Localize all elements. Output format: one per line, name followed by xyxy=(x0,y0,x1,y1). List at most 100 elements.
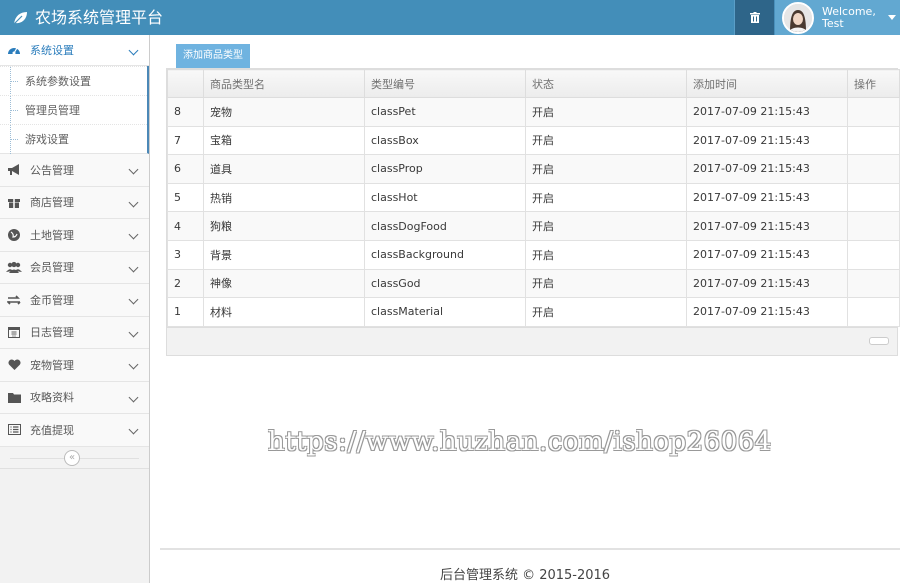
submenu-item-system-params[interactable]: 系统参数设置 xyxy=(0,66,147,96)
cell-type-name: 宠物 xyxy=(203,97,365,127)
cell-added-time: 2017-07-09 21:15:43 xyxy=(686,154,848,184)
cell-type-code: classProp xyxy=(364,154,526,184)
cell-id: 6 xyxy=(167,154,204,184)
sidebar-item-shop[interactable]: 商店管理 xyxy=(0,186,149,219)
globe-icon xyxy=(6,227,22,243)
sidebar-item-land[interactable]: 土地管理 xyxy=(0,219,149,252)
cell-type-code: classBox xyxy=(364,125,526,156)
table-row[interactable]: 3 背景 classBackground 开启 2017-07-09 21:15:43 xyxy=(167,239,900,270)
product-type-table: 商品类型名 类型编号 状态 添加时间 操作 8 宠物 classPet 开启 2017-… xyxy=(166,68,900,356)
submenu-item-admin-management[interactable]: 管理员管理 xyxy=(0,95,147,125)
cell-actions[interactable] xyxy=(847,297,900,327)
trash-button[interactable] xyxy=(734,0,774,35)
pagination[interactable] xyxy=(869,336,889,345)
table-row[interactable]: 6 道具 classProp 开启 2017-07-09 21:15:43 xyxy=(167,154,900,184)
sidebar-item-guides[interactable]: 攻略资料 xyxy=(0,381,149,414)
sidebar-item-label: 宠物管理 xyxy=(30,358,74,372)
sidebar-item-label: 公告管理 xyxy=(30,163,74,177)
cell-status: 开启 xyxy=(525,182,687,213)
cell-added-time: 2017-07-09 21:15:43 xyxy=(686,97,848,127)
cell-type-name: 神像 xyxy=(203,268,365,299)
col-header-status[interactable]: 状态 xyxy=(525,69,687,98)
table-row[interactable]: 2 神像 classGod 开启 2017-07-09 21:15:43 xyxy=(167,268,900,299)
cell-added-time: 2017-07-09 21:15:43 xyxy=(686,125,848,156)
col-header-id xyxy=(167,69,204,98)
heart-icon xyxy=(6,357,22,373)
avatar xyxy=(782,1,814,34)
cell-added-time: 2017-07-09 21:15:43 xyxy=(686,211,848,241)
sidebar-item-members[interactable]: 会员管理 xyxy=(0,251,149,284)
cell-type-code: classDogFood xyxy=(364,211,526,241)
chevron-down-icon xyxy=(128,294,139,305)
cell-status: 开启 xyxy=(525,154,687,184)
col-header-added-time[interactable]: 添加时间 xyxy=(686,69,848,98)
sidebar-item-announcements[interactable]: 公告管理 xyxy=(0,154,149,187)
cell-type-name: 狗粮 xyxy=(203,211,365,241)
submenu-item-game-settings[interactable]: 游戏设置 xyxy=(0,124,147,154)
cell-id: 2 xyxy=(167,268,204,299)
user-menu[interactable]: Welcome, Test xyxy=(774,0,900,35)
watermark: https://www.huzhan.com/ishop26064 xyxy=(268,427,772,457)
calendar-icon xyxy=(6,324,22,340)
col-header-type-name[interactable]: 商品类型名 xyxy=(203,69,365,98)
sidebar-item-label: 土地管理 xyxy=(30,228,74,242)
sidebar-item-label: 充值提现 xyxy=(30,423,74,437)
cell-added-time: 2017-07-09 21:15:43 xyxy=(686,297,848,327)
caret-down-icon xyxy=(887,15,896,20)
table-row[interactable]: 5 热销 classHot 开启 2017-07-09 21:15:43 xyxy=(167,182,900,213)
cell-type-name: 背景 xyxy=(203,239,365,270)
cell-actions[interactable] xyxy=(847,182,900,213)
cell-type-name: 材料 xyxy=(203,297,365,327)
add-product-type-button[interactable]: 添加商品类型 xyxy=(176,44,250,68)
cell-actions[interactable] xyxy=(847,154,900,184)
chevron-down-icon xyxy=(128,164,139,175)
sidebar-item-label: 日志管理 xyxy=(30,326,74,340)
cell-status: 开启 xyxy=(525,239,687,270)
col-header-type-code[interactable]: 类型编号 xyxy=(364,69,526,98)
chevron-down-icon xyxy=(128,229,139,240)
cell-added-time: 2017-07-09 21:15:43 xyxy=(686,182,848,213)
sidebar-item-label: 会员管理 xyxy=(30,261,74,275)
cell-id: 1 xyxy=(167,297,204,327)
cell-type-code: classBackground xyxy=(364,239,526,270)
sidebar-item-label: 攻略资料 xyxy=(30,391,74,405)
cell-actions[interactable] xyxy=(847,97,900,127)
top-navbar: 农场系统管理平台 Welcome, Test xyxy=(0,0,900,35)
sidebar: 系统设置 系统参数设置 管理员管理 游戏设置 公告管理 商店管理 土地管理 会员… xyxy=(0,35,150,583)
table-row[interactable]: 1 材料 classMaterial 开启 2017-07-09 21:15:43 xyxy=(167,297,900,327)
sidebar-item-pets[interactable]: 宠物管理 xyxy=(0,349,149,382)
cell-actions[interactable] xyxy=(847,211,900,241)
cell-actions[interactable] xyxy=(847,125,900,156)
table-row[interactable]: 4 狗粮 classDogFood 开启 2017-07-09 21:15:43 xyxy=(167,211,900,241)
cell-id: 5 xyxy=(167,182,204,213)
folder-icon xyxy=(6,389,22,405)
chevron-down-icon xyxy=(128,327,139,337)
cell-actions[interactable] xyxy=(847,268,900,299)
cell-type-code: classGod xyxy=(364,268,526,299)
sidebar-collapse-row: « xyxy=(0,446,149,469)
cell-type-name: 热销 xyxy=(203,182,365,213)
sidebar-collapse-button[interactable]: « xyxy=(64,449,80,466)
table-row[interactable]: 8 宠物 classPet 开启 2017-07-09 21:15:43 xyxy=(167,97,900,127)
sidebar-item-label: 系统设置 xyxy=(30,44,74,57)
leaf-icon xyxy=(13,11,27,24)
table-row[interactable]: 7 宝箱 classBox 开启 2017-07-09 21:15:43 xyxy=(167,125,900,156)
sidebar-item-coins[interactable]: 金币管理 xyxy=(0,284,149,317)
chevron-down-icon xyxy=(128,424,139,435)
sidebar-item-recharge[interactable]: 充值提现 xyxy=(0,414,149,447)
cell-actions[interactable] xyxy=(847,239,900,270)
dashboard-icon xyxy=(6,42,22,58)
sidebar-item-label: 金币管理 xyxy=(30,293,74,307)
cell-status: 开启 xyxy=(525,211,687,241)
chevron-down-icon xyxy=(128,262,139,272)
sidebar-item-system-settings[interactable]: 系统设置 xyxy=(0,35,149,66)
cell-added-time: 2017-07-09 21:15:43 xyxy=(686,239,848,270)
sidebar-item-logs[interactable]: 日志管理 xyxy=(0,316,149,349)
brand[interactable]: 农场系统管理平台 xyxy=(12,0,163,35)
gift-icon xyxy=(6,194,22,210)
app-title: 农场系统管理平台 xyxy=(35,8,164,27)
exchange-icon xyxy=(6,292,22,308)
chevron-down-icon xyxy=(128,359,139,370)
cell-status: 开启 xyxy=(525,268,687,299)
chevron-down-icon xyxy=(128,392,139,402)
